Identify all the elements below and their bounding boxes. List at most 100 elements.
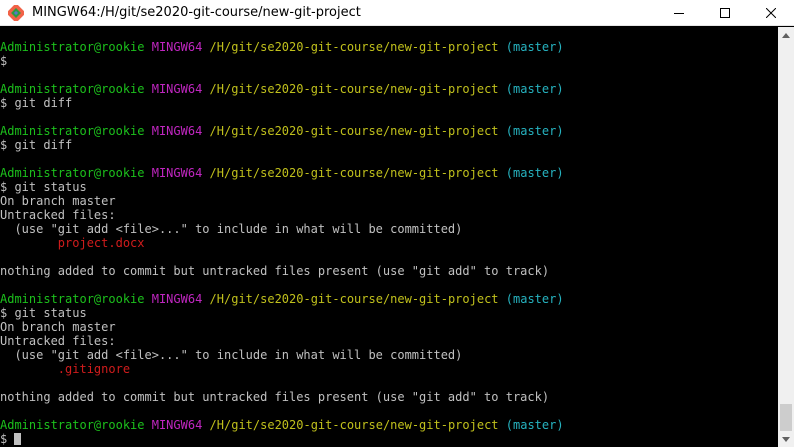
terminal-text-segment: /H/git/se2020-git-course/new-git-project (209, 82, 499, 96)
terminal-text-segment: /H/git/se2020-git-course/new-git-project (209, 418, 499, 432)
terminal-text-segment: (master) (505, 40, 564, 54)
terminal-text-segment: Administrator@rookie (0, 82, 145, 96)
terminal-line: nothing added to commit but untracked fi… (0, 264, 778, 278)
terminal-line: Administrator@rookie MINGW64 /H/git/se20… (0, 166, 778, 180)
terminal-text-segment: nothing added to commit but untracked fi… (0, 390, 550, 404)
terminal-line: On branch master (0, 194, 778, 208)
terminal-line: Administrator@rookie MINGW64 /H/git/se20… (0, 418, 778, 432)
scroll-up-button[interactable] (778, 27, 794, 43)
scroll-up-arrow-icon (782, 32, 790, 38)
terminal-line: $ git diff (0, 138, 778, 152)
terminal-text-segment: Administrator@rookie (0, 40, 145, 54)
terminal-line: Untracked files: (0, 334, 778, 348)
terminal-text-segment: Untracked files: (0, 208, 116, 222)
maximize-button[interactable] (702, 0, 748, 26)
terminal-text-segment: Administrator@rookie (0, 166, 145, 180)
terminal-text-segment: $ git diff (0, 138, 73, 152)
git-bash-icon (6, 2, 26, 23)
terminal-line: $ git status (0, 306, 778, 320)
terminal-text-segment: Administrator@rookie (0, 292, 145, 306)
scroll-down-button[interactable] (778, 431, 794, 447)
close-icon (766, 7, 776, 18)
vertical-scrollbar[interactable] (778, 27, 794, 447)
terminal-text-segment: /H/git/se2020-git-course/new-git-project (209, 292, 499, 306)
terminal-text-segment: /H/git/se2020-git-course/new-git-project (209, 40, 499, 54)
terminal-text-segment: $ (0, 432, 15, 446)
terminal-output[interactable]: Administrator@rookie MINGW64 /H/git/se20… (0, 27, 778, 447)
terminal-line: $ (0, 54, 778, 68)
terminal-line: Administrator@rookie MINGW64 /H/git/se20… (0, 40, 778, 54)
terminal-text-segment: MINGW64 (151, 82, 203, 96)
minimize-icon (674, 12, 684, 14)
maximize-icon (720, 7, 730, 18)
terminal-window: MINGW64:/H/git/se2020-git-course/new-git… (0, 0, 794, 447)
terminal-line: (use "git add <file>..." to include in w… (0, 348, 778, 362)
terminal-text-segment: $ (0, 54, 8, 68)
terminal-line: $ git diff (0, 96, 778, 110)
terminal-text-segment: On branch master (0, 194, 116, 208)
terminal-line: project.docx (0, 236, 778, 250)
terminal-line: Administrator@rookie MINGW64 /H/git/se20… (0, 124, 778, 138)
terminal-text-segment: (use "git add <file>..." to include in w… (0, 222, 463, 236)
terminal-text-segment: $ git status (0, 306, 87, 320)
terminal-text-segment: Untracked files: (0, 334, 116, 348)
terminal-line: $ git status (0, 180, 778, 194)
terminal-line: Administrator@rookie MINGW64 /H/git/se20… (0, 292, 778, 306)
terminal-text-segment: nothing added to commit but untracked fi… (0, 264, 550, 278)
terminal-text-segment: project.docx (57, 236, 145, 250)
terminal-text-segment: /H/git/se2020-git-course/new-git-project (209, 124, 499, 138)
terminal-text-segment: Administrator@rookie (0, 124, 145, 138)
terminal-text-segment: (master) (505, 166, 564, 180)
terminal-text-segment: MINGW64 (151, 166, 203, 180)
terminal-text-segment: Administrator@rookie (0, 418, 145, 432)
terminal-text-segment: (master) (505, 292, 564, 306)
terminal-text-segment: /H/git/se2020-git-course/new-git-project (209, 166, 499, 180)
terminal-line: Untracked files: (0, 208, 778, 222)
minimize-button[interactable] (656, 0, 702, 26)
terminal-text-segment: (use "git add <file>..." to include in w… (0, 348, 463, 362)
terminal-line: Administrator@rookie MINGW64 /H/git/se20… (0, 82, 778, 96)
terminal-line: .gitignore (0, 362, 778, 376)
title-bar[interactable]: MINGW64:/H/git/se2020-git-course/new-git… (0, 0, 794, 26)
terminal-text-segment: MINGW64 (151, 418, 203, 432)
text-cursor (14, 433, 22, 445)
terminal-text-segment: On branch master (0, 320, 116, 334)
terminal-text-segment: MINGW64 (151, 124, 203, 138)
scroll-thumb[interactable] (780, 404, 792, 431)
terminal-line: $ (0, 432, 778, 446)
terminal-text-segment: (master) (505, 124, 564, 138)
scroll-down-arrow-icon (782, 436, 790, 442)
terminal-text-segment: MINGW64 (151, 40, 203, 54)
terminal-text-segment: $ git diff (0, 96, 73, 110)
close-button[interactable] (748, 0, 794, 26)
terminal-text-segment: MINGW64 (151, 292, 203, 306)
terminal-line: nothing added to commit but untracked fi… (0, 390, 778, 404)
terminal-text-segment: .gitignore (57, 362, 131, 376)
terminal-text-segment: (master) (505, 418, 564, 432)
